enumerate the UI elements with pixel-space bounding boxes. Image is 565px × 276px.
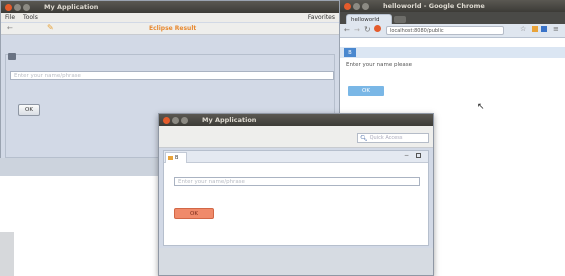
menu-bar: File Tools Favorites: [1, 13, 339, 22]
reload-icon[interactable]: ↻: [364, 25, 371, 34]
front-tab-bar: B −: [164, 151, 428, 163]
chrome-toolbar: ← → ↻ localhost:8080/public ☆ ≡: [340, 24, 565, 38]
close-icon[interactable]: [344, 2, 351, 10]
minimize-icon[interactable]: [353, 2, 360, 10]
tab-folder-icon: [168, 156, 173, 160]
front-tab-label: B: [175, 155, 179, 161]
prompt-text: Enter your name please: [346, 62, 412, 68]
menu-icon[interactable]: ≡: [553, 25, 559, 33]
maximize-icon[interactable]: [362, 2, 369, 10]
chrome-ok-button[interactable]: OK: [348, 86, 384, 96]
address-bar[interactable]: localhost:8080/public: [386, 26, 504, 35]
front-window-title: My Application: [202, 116, 257, 124]
window-title: My Application: [44, 3, 99, 11]
page-tab-label: B: [348, 49, 352, 56]
url-text: localhost:8080/public: [390, 27, 444, 34]
quick-access-placeholder: Quick Access: [369, 135, 403, 141]
front-window-titlebar[interactable]: My Application: [159, 114, 433, 126]
close-icon[interactable]: [163, 116, 170, 124]
maximize-view-icon[interactable]: [416, 153, 421, 158]
name-input[interactable]: Enter your name/phrase: [10, 71, 334, 80]
minimize-view-icon[interactable]: −: [404, 152, 409, 159]
star-icon[interactable]: ☆: [520, 25, 526, 33]
left-toolbar: ← ✎ Eclipse Result: [1, 23, 339, 35]
front-tab[interactable]: B: [165, 152, 187, 163]
back-icon[interactable]: ←: [344, 26, 350, 34]
quick-access-field[interactable]: 🔍︎ Quick Access: [357, 133, 429, 143]
minimize-icon[interactable]: [172, 116, 179, 124]
search-icon: 🔍︎: [360, 134, 368, 142]
front-toolbar: 🔍︎ Quick Access: [159, 126, 433, 148]
chrome-titlebar[interactable]: helloworld - Google Chrome: [340, 0, 565, 12]
new-tab-button[interactable]: [394, 16, 406, 23]
back-arrow-icon[interactable]: ←: [7, 24, 13, 32]
chrome-tab-strip: helloworld: [340, 12, 565, 24]
maximize-icon[interactable]: [23, 3, 30, 11]
chrome-window-title: helloworld - Google Chrome: [383, 2, 485, 10]
desktop-bottom-left: [0, 232, 14, 276]
home-icon[interactable]: [374, 25, 381, 32]
ok-button[interactable]: OK: [18, 104, 40, 116]
chrome-tab[interactable]: helloworld: [346, 14, 392, 24]
mouse-cursor-icon: ↖: [477, 102, 485, 112]
front-app-window: My Application 🔍︎ Quick Access B − Enter…: [158, 113, 434, 276]
page-tab[interactable]: B: [344, 48, 356, 57]
front-content-panel: B − Enter your name/phrase OK: [163, 150, 429, 246]
close-icon[interactable]: [5, 3, 12, 11]
front-name-input[interactable]: Enter your name/phrase: [174, 177, 420, 186]
minimize-icon[interactable]: [14, 3, 21, 11]
extension-icon[interactable]: [532, 26, 538, 32]
extension-icon[interactable]: [541, 26, 547, 32]
forward-icon[interactable]: →: [354, 26, 360, 34]
chrome-tab-label: helloworld: [351, 16, 380, 23]
left-window-titlebar[interactable]: My Application: [1, 1, 339, 13]
left-heading: Eclipse Result: [149, 25, 197, 32]
panel-tab-icon[interactable]: [8, 53, 16, 60]
maximize-icon[interactable]: [181, 116, 188, 124]
menu-file[interactable]: File: [5, 14, 15, 21]
front-ok-button[interactable]: OK: [174, 208, 214, 219]
front-window-bottom: [159, 248, 433, 275]
page-header-bar: B: [340, 47, 565, 58]
favorites-menu[interactable]: Favorites: [308, 14, 335, 21]
pencil-icon[interactable]: ✎: [47, 23, 54, 32]
menu-tools[interactable]: Tools: [23, 14, 38, 21]
